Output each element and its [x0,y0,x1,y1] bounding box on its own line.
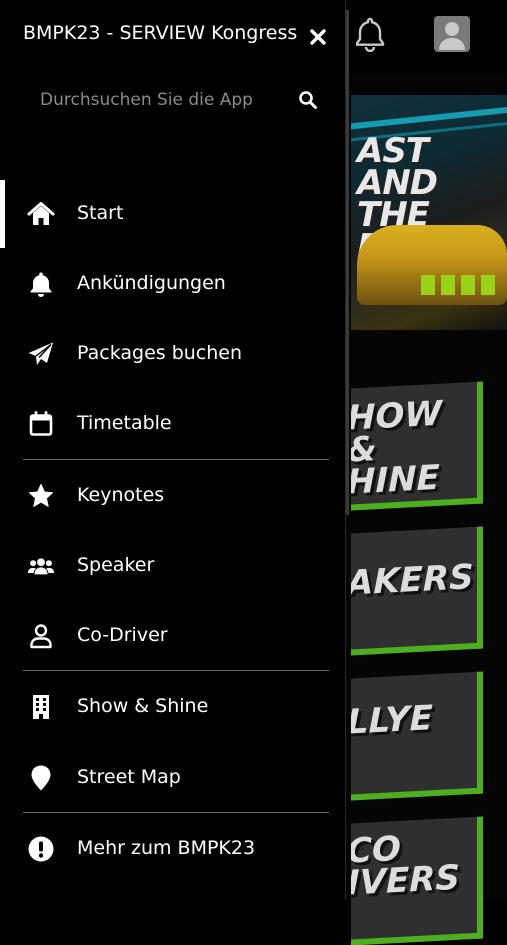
background-app: AST AND THE BLE IT HOW & HINE AKERS LLYE… [345,0,507,945]
nav-item-start[interactable]: Start [0,184,345,244]
nav-item-label: Start [77,202,124,224]
tile-show-shine[interactable]: HOW & HINE [351,381,483,511]
nav-item-label: Ankündigungen [77,272,226,294]
nav-item-co-driver[interactable]: Co-Driver [0,606,345,666]
tile-speakers[interactable]: AKERS [351,526,483,656]
tile-rallye[interactable]: LLYE [351,671,483,801]
nav-item-street-map[interactable]: Street Map [0,748,345,808]
nav-item-packages-buchen[interactable]: Packages buchen [0,324,345,384]
app-header [345,0,507,75]
search-icon[interactable] [298,90,318,110]
close-icon[interactable] [305,24,331,50]
hero-chevrons [421,275,501,295]
calendar-icon [27,411,55,437]
tile-label: CO IVERS [351,828,460,904]
navigation-drawer: BMPK23 - SERVIEW Kongress Start [0,0,346,900]
nav-item-label: Timetable [77,412,172,434]
nav-item-keynotes[interactable]: Keynotes [0,466,345,526]
divider [23,812,329,813]
nav-item-show-and-shine[interactable]: Show & Shine [0,677,345,737]
nav-item-label: Show & Shine [77,695,209,717]
tile-label: AKERS [351,557,474,604]
bell-icon [27,271,55,297]
divider [23,670,329,671]
exclamation-circle-icon [27,836,55,862]
nav-item-label: Keynotes [77,484,165,506]
building-icon [27,694,55,720]
tile-label: HOW & HINE [351,393,442,503]
nav-item-label: Packages buchen [77,342,243,364]
hero-banner-image[interactable]: AST AND THE BLE IT [351,95,507,330]
search-input[interactable] [23,80,293,120]
nav-item-ankuendigungen[interactable]: Ankündigungen [0,254,345,314]
search-bar [23,80,328,120]
divider [23,459,329,460]
nav-item-label: Mehr zum BMPK23 [77,837,256,859]
nav-item-label: Street Map [77,766,181,788]
home-icon [27,201,55,227]
notifications-bell-icon[interactable] [353,16,387,52]
users-icon [27,553,55,579]
drawer-title: BMPK23 - SERVIEW Kongress [23,22,298,44]
nav-item-label: Co-Driver [77,624,168,646]
nav-item-speaker[interactable]: Speaker [0,536,345,596]
nav-item-label: Speaker [77,554,155,576]
tile-label: LLYE [351,698,433,743]
paper-plane-icon [27,341,55,367]
user-avatar[interactable] [434,16,470,52]
nav-item-mehr-zum-bmpk23[interactable]: Mehr zum BMPK23 [0,819,345,879]
map-marker-icon [27,765,55,791]
nav-item-timetable[interactable]: Timetable [0,394,345,454]
user-icon [27,623,55,649]
star-icon [27,483,55,509]
tile-co-drivers[interactable]: CO IVERS [351,816,483,945]
